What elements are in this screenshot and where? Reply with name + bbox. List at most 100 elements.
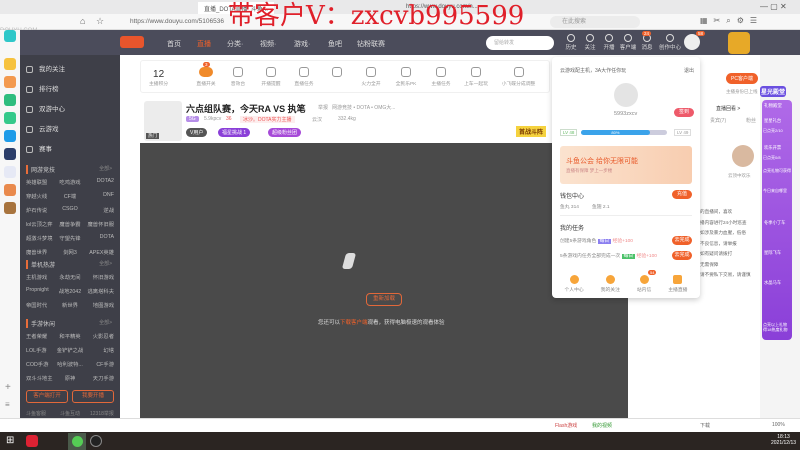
game-link[interactable]: 哈利波特... (55, 360, 84, 368)
anchor-task-button[interactable]: 主播任务 (426, 67, 456, 87)
game-link[interactable]: 怀旧游戏 (85, 273, 114, 281)
section-more-link[interactable]: 全部> (99, 165, 112, 172)
taskbar-app-icon[interactable] (90, 435, 102, 447)
game-link[interactable]: 魔兽争霸 (55, 220, 84, 228)
menu-icon[interactable]: ≡ (5, 400, 10, 409)
footer-link[interactable]: 斗鱼客服 (26, 410, 46, 417)
home-icon[interactable]: ⌂ (80, 16, 85, 26)
starlight-palace-banner[interactable]: 星光殿堂 礼物殿堂 星星礼台 已点亮2/10 欢乐开票 已点亮0/8 点亮礼物可… (760, 86, 792, 340)
game-icon[interactable] (4, 202, 16, 214)
ufo-button[interactable]: 小飞碟分成调整 (496, 67, 541, 87)
game-link[interactable]: DNF (85, 192, 114, 200)
replay-link[interactable]: 直播回看 > (716, 105, 740, 112)
sidebar-item-ranking[interactable]: 排行榜 (26, 83, 59, 93)
anchor-avatar[interactable] (732, 145, 754, 167)
retry-button[interactable]: 重新加载 (366, 293, 402, 306)
game-link[interactable]: DOTA2 (85, 178, 114, 186)
creator-center-button[interactable]: 创作中心 (656, 34, 684, 51)
reminder-button[interactable]: 开播提醒 (256, 67, 286, 87)
zoom-level[interactable]: 100% (772, 422, 785, 428)
game-link[interactable]: 魔兽怀旧服 (85, 220, 115, 228)
gift-icon[interactable] (322, 67, 352, 80)
shortcut-live[interactable]: 主播直播 (668, 275, 687, 293)
site-search-input[interactable]: 留给转发 (486, 36, 554, 50)
game-link[interactable]: 双斗斗地主 (26, 374, 55, 382)
sign-in-button[interactable]: 签到 (674, 108, 694, 117)
app-icon[interactable] (4, 76, 16, 88)
live-task-button[interactable]: 直播任务 (289, 67, 319, 87)
favorites-icon[interactable] (4, 58, 16, 70)
treasure-chest-icon[interactable] (728, 32, 750, 54)
car-button[interactable]: 上车一起玩 (461, 67, 491, 87)
app-icon[interactable] (4, 130, 16, 142)
popup-avatar[interactable] (614, 83, 638, 107)
game-link[interactable]: 守望先锋 (55, 234, 84, 242)
game-link[interactable]: Propnight (26, 287, 55, 295)
sound-board-button[interactable]: 音效台 (223, 67, 253, 87)
game-link[interactable]: 王者荣耀 (26, 332, 55, 340)
clock[interactable]: 18:13 2021/12/13 (771, 434, 796, 446)
recharge-button[interactable]: 充值 (672, 190, 692, 199)
nav-league[interactable]: 钻粉联赛 (357, 39, 385, 49)
section-more-link[interactable]: 全部> (99, 319, 112, 326)
download-client-link[interactable]: 下载客户端 (340, 320, 368, 326)
nav-live[interactable]: 直播 (197, 39, 211, 49)
browser-search-input[interactable]: 在此搜索 (550, 16, 640, 28)
my-videos-link[interactable]: 我的视频 (592, 422, 612, 429)
section-more-link[interactable]: 全部> (99, 260, 112, 267)
game-link[interactable]: CF端 (55, 192, 84, 200)
room-cover[interactable]: 热门 (144, 101, 182, 141)
game-link[interactable]: 魔兽世界 (26, 248, 55, 256)
messages-button[interactable]: 消息 (636, 34, 658, 51)
sidebar-item-cloud-game[interactable]: 云游戏 (26, 123, 59, 133)
star-icon[interactable]: ☆ (96, 16, 104, 27)
footer-link[interactable]: 斗鱼互动 (60, 410, 80, 417)
game-link[interactable]: DOTA (85, 234, 114, 242)
game-link[interactable]: 逃离塔科夫 (85, 287, 115, 295)
guild-banner[interactable]: 斗鱼公会 给你无限可能 直播有保障 梦上一步楼 (560, 146, 692, 184)
task-go-button[interactable]: 去完成 (672, 236, 692, 245)
task-go-button[interactable]: 去完成 (672, 251, 692, 260)
sidebar-item-events[interactable]: 赛事 (26, 143, 52, 153)
start-live-button[interactable]: 我要开播 (72, 390, 114, 403)
game-link[interactable]: 战地2042 (55, 287, 84, 295)
tab-vip[interactable]: 贵宾(7) (710, 117, 726, 124)
nav-category[interactable]: 分类· (227, 39, 243, 49)
shortcut-mail[interactable]: 站内信 (637, 275, 651, 293)
game-link[interactable]: 逆战 (85, 206, 114, 214)
browser-toolbar-icons[interactable]: ▦✂⌕⚙☰ (700, 16, 763, 26)
game-link[interactable]: 帝国时代 (26, 301, 55, 309)
game-link[interactable]: 天刀手游 (85, 374, 114, 382)
shortcut-profile[interactable]: 个人中心 (564, 275, 584, 293)
promo-badge[interactable]: 首战斗阵 (516, 126, 547, 137)
pc-client-button[interactable]: PC客户端 (726, 73, 758, 84)
window-controls[interactable]: — ▢ ✕ (760, 2, 787, 11)
game-link[interactable]: 炉石传说 (26, 206, 55, 214)
fire-button[interactable]: 火力全开 (356, 67, 386, 87)
add-icon[interactable]: + (5, 382, 11, 393)
game-link[interactable]: 金铲铲之战 (55, 346, 84, 354)
game-link[interactable]: 英雄联盟 (26, 178, 55, 186)
game-link[interactable]: CF手游 (85, 360, 114, 368)
taskbar-app-icon[interactable] (26, 435, 38, 447)
game-link[interactable]: 穿越火线 (26, 192, 55, 200)
sidebar-item-follow[interactable]: 我的关注 (26, 63, 65, 73)
tab-fans[interactable]: 粉丝 (746, 117, 756, 124)
nav-home[interactable]: 首页 (167, 39, 181, 49)
game-link[interactable]: 幻塔 (85, 346, 114, 354)
game-link[interactable]: 原神 (55, 374, 84, 382)
app-icon[interactable] (4, 30, 16, 42)
game-link[interactable]: 火影忍者 (85, 332, 114, 340)
game-link[interactable]: COD手游 (26, 360, 55, 368)
sidebar-item-game-center[interactable]: 双游中心 (26, 103, 65, 113)
report-link[interactable]: 举报 (318, 104, 328, 111)
flash-games-link[interactable]: Flash游戏 (555, 422, 577, 429)
badge-challenge[interactable]: 福星挑战 1 (218, 128, 251, 137)
download-link[interactable]: 下载 (700, 422, 710, 429)
game-link[interactable]: 和平精英 (55, 332, 84, 340)
nav-video[interactable]: 视频· (260, 39, 276, 49)
game-link[interactable]: APEX英雄 (85, 248, 114, 256)
pk-button[interactable]: 全民乐PK (391, 67, 421, 87)
cloud-game-promo[interactable]: 云游戏配主机，3A大作任你玩 (560, 67, 626, 74)
game-link[interactable]: 新世界 (55, 301, 84, 309)
